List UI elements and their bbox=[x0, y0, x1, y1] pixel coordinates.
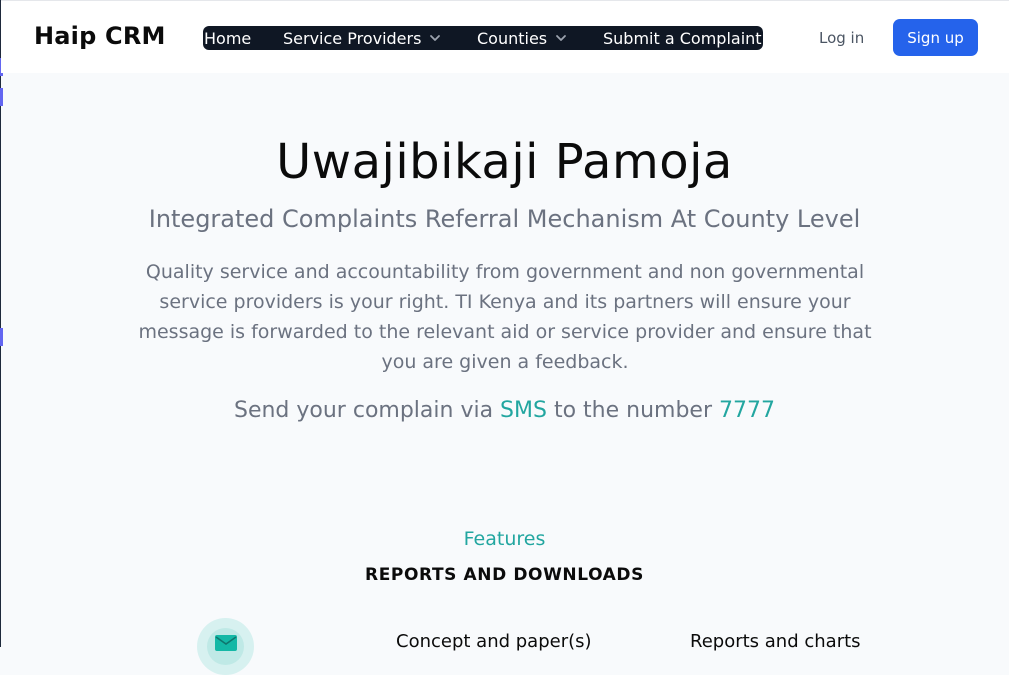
hero-subtitle: Integrated Complaints Referral Mechanism… bbox=[148, 205, 861, 233]
main-navigation: Home Service Providers Counties Submit a… bbox=[203, 26, 763, 50]
sms-instruction: Send your complain via SMS to the number… bbox=[0, 398, 1009, 423]
sms-number: 7777 bbox=[719, 398, 775, 423]
nav-counties[interactable]: Counties bbox=[477, 27, 567, 49]
mail-icon bbox=[215, 635, 237, 651]
hero-title: Uwajibikaji Pamoja bbox=[276, 134, 733, 190]
login-link[interactable]: Log in bbox=[819, 29, 864, 47]
feature-title-concept-papers: Concept and paper(s) bbox=[396, 631, 592, 652]
signup-button[interactable]: Sign up bbox=[893, 19, 978, 56]
nav-submit-complaint-label: Submit a Complaint bbox=[603, 28, 762, 48]
sms-channel: SMS bbox=[500, 398, 547, 423]
features-kicker: Features bbox=[463, 528, 546, 550]
nav-home[interactable]: Home bbox=[204, 27, 251, 49]
site-header: Haip CRM Home Service Providers Counties… bbox=[1, 0, 1009, 73]
nav-home-label: Home bbox=[204, 28, 252, 48]
nav-service-providers[interactable]: Service Providers bbox=[283, 27, 441, 49]
features-heading: REPORTS AND DOWNLOADS bbox=[365, 565, 644, 585]
sms-middle: to the number bbox=[546, 398, 719, 423]
nav-service-providers-label: Service Providers bbox=[283, 28, 422, 48]
brand-logo[interactable]: Haip CRM bbox=[34, 22, 166, 50]
chevron-down-icon bbox=[556, 35, 567, 41]
hero-description: Quality service and accountability from … bbox=[138, 261, 872, 373]
feature-title-reports-charts: Reports and charts bbox=[690, 631, 861, 652]
nav-submit-complaint[interactable]: Submit a Complaint bbox=[603, 27, 762, 49]
edge-marker bbox=[0, 328, 3, 346]
nav-counties-label: Counties bbox=[477, 28, 548, 48]
chevron-down-icon bbox=[430, 35, 441, 41]
edge-marker bbox=[0, 88, 3, 106]
sms-prefix: Send your complain via bbox=[233, 398, 501, 423]
